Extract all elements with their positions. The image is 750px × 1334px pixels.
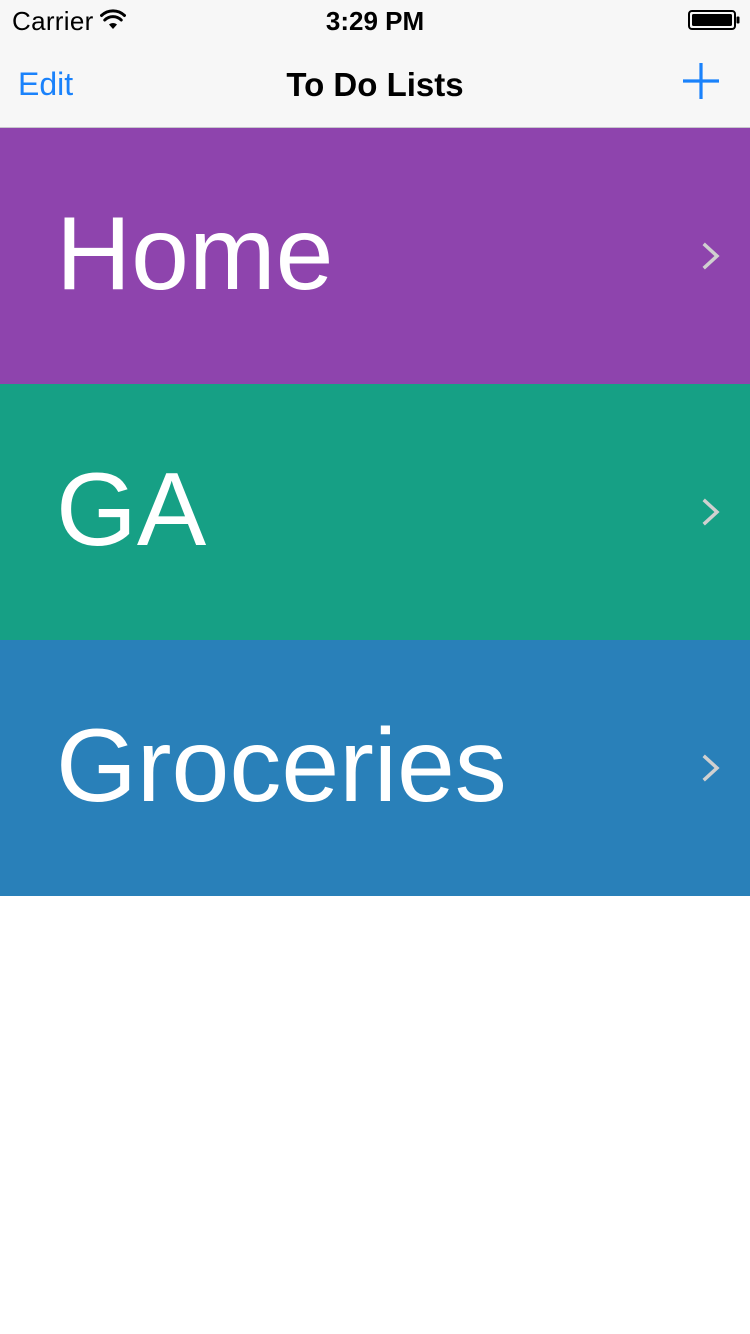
chevron-right-icon — [702, 754, 720, 782]
list-row-ga[interactable]: GA — [0, 384, 750, 640]
page-title: To Do Lists — [286, 66, 464, 103]
list-name: GA — [56, 452, 207, 568]
status-time: 3:29 PM — [325, 6, 425, 36]
list-name: Home — [56, 196, 334, 312]
status-bar: Carrier 3:29 PM — [0, 0, 750, 40]
todo-lists-table: Home GA Groceries — [0, 128, 750, 896]
chevron-right-icon — [702, 498, 720, 526]
list-row-home[interactable]: Home — [0, 128, 750, 384]
list-row-groceries[interactable]: Groceries — [0, 640, 750, 896]
top-bar: Carrier 3:29 PM Edit To Do Lists — [0, 0, 750, 128]
list-name: Groceries — [56, 708, 507, 824]
plus-icon[interactable] — [682, 62, 720, 100]
battery-full-icon — [688, 10, 740, 30]
navigation-bar: Edit To Do Lists — [0, 40, 750, 128]
chevron-right-icon — [702, 242, 720, 270]
